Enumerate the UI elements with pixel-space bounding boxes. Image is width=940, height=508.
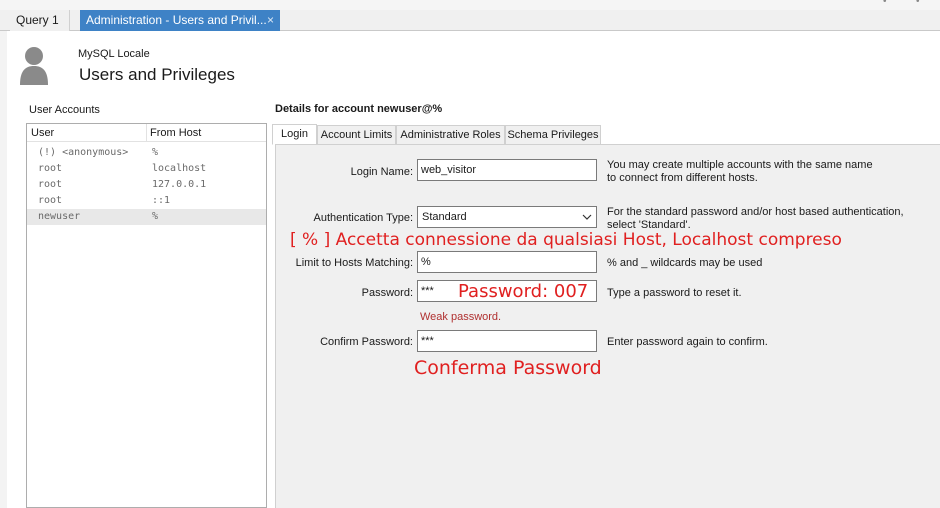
limit-hosts-input[interactable]: % [417, 251, 597, 273]
account-row[interactable]: root 127.0.0.1 [27, 177, 266, 193]
host-annotation: [ % ] Accetta connessione da qualsiasi H… [290, 230, 842, 250]
limit-hosts-help: % and _ wildcards may be used [607, 257, 763, 269]
close-tab-icon[interactable]: × [267, 10, 274, 30]
column-separator[interactable] [146, 124, 147, 142]
account-user: (!) <anonymous> [38, 147, 129, 158]
account-host: % [152, 147, 159, 158]
account-user: newuser [38, 211, 81, 222]
tab-account-limits[interactable]: Account Limits [317, 125, 396, 145]
login-name-input[interactable]: web_visitor [417, 159, 597, 181]
left-gutter [0, 31, 7, 508]
limit-hosts-label: Limit to Hosts Matching: [295, 257, 413, 269]
login-name-help: You may create multiple accounts with th… [607, 159, 873, 185]
login-name-help-line: to connect from different hosts. [607, 172, 758, 184]
authentication-type-label: Authentication Type: [313, 212, 413, 224]
login-name-label: Login Name: [350, 166, 413, 178]
authentication-type-select[interactable]: Standard [417, 206, 597, 228]
user-silhouette-icon [20, 47, 48, 85]
document-tab-bar: Query 1 Administration - Users and Privi… [0, 10, 940, 31]
account-row[interactable]: root ::1 [27, 193, 266, 209]
scroll-left-icon[interactable]: • [883, 0, 887, 7]
user-accounts-list[interactable]: User From Host (!) <anonymous> % root lo… [26, 123, 267, 508]
page-title: Users and Privileges [79, 65, 235, 84]
server-name: MySQL Locale [78, 48, 150, 60]
tab-query-1[interactable]: Query 1 [10, 10, 70, 31]
tab-schema-privileges[interactable]: Schema Privileges [505, 125, 601, 145]
account-row[interactable]: root localhost [27, 161, 266, 177]
tab-administration-label: Administration - Users and Privil... [86, 13, 267, 27]
account-row[interactable]: (!) <anonymous> % [27, 145, 266, 161]
column-header-from-host[interactable]: From Host [150, 127, 201, 139]
tab-login[interactable]: Login [272, 124, 317, 145]
login-panel: Login Name: web_visitor You may create m… [275, 144, 940, 508]
password-label: Password: [361, 287, 413, 299]
authentication-type-help-line: For the standard password and/or host ba… [607, 206, 904, 218]
weak-password-warning: Weak password. [420, 311, 502, 323]
tab-administrative-roles[interactable]: Administrative Roles [396, 125, 505, 145]
account-user: root [38, 195, 63, 206]
tab-administration-users[interactable]: Administration - Users and Privil... × [80, 10, 280, 31]
account-user: root [38, 179, 63, 190]
account-host: localhost [152, 163, 207, 174]
password-help: Type a password to reset it. [607, 287, 742, 299]
account-details-tabs: Login Account Limits Administrative Role… [272, 124, 602, 145]
account-user: root [38, 163, 63, 174]
scroll-right-icon[interactable]: • [916, 0, 920, 7]
window-top-strip: • • [0, 0, 940, 10]
authentication-type-help: For the standard password and/or host ba… [607, 206, 904, 232]
account-host: % [152, 211, 159, 222]
account-details-title: Details for account newuser@% [275, 103, 443, 115]
column-header-user[interactable]: User [31, 127, 54, 139]
password-annotation: Password: 007 [458, 281, 589, 302]
tab-query-1-label: Query 1 [16, 13, 59, 27]
user-accounts-label: User Accounts [29, 104, 100, 116]
confirm-annotation: Conferma Password [414, 357, 602, 379]
confirm-password-help: Enter password again to confirm. [607, 336, 768, 348]
login-name-help-line: You may create multiple accounts with th… [607, 159, 873, 171]
confirm-password-label: Confirm Password: [320, 336, 413, 348]
administration-panel: MySQL Locale Users and Privileges User A… [7, 31, 940, 508]
account-host: ::1 [152, 195, 171, 206]
account-row-selected[interactable]: newuser % [27, 209, 266, 225]
chevron-down-icon[interactable] [582, 212, 592, 222]
account-host: 127.0.0.1 [152, 179, 207, 190]
authentication-type-value: Standard [422, 211, 467, 223]
confirm-password-input[interactable]: *** [417, 330, 597, 352]
accounts-list-header: User From Host [27, 124, 266, 142]
